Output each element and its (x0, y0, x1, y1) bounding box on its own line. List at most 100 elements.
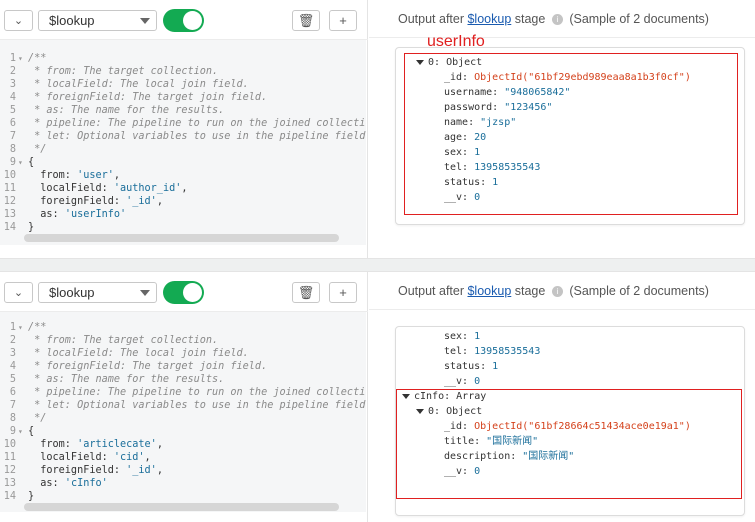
sample-count: (Sample of 2 documents) (569, 12, 709, 26)
delete-stage-button[interactable]: 🗑 (292, 282, 320, 303)
code-text: * foreignField: The target join field. (28, 361, 268, 372)
code-text: * from: The target collection. (28, 335, 219, 346)
add-stage-button[interactable]: + (329, 10, 357, 31)
code-line: 3 * localField: The local join field. (0, 78, 366, 91)
line-number: 8 (9, 144, 16, 155)
line-number: 1 (9, 53, 16, 64)
code-text: */ (28, 144, 47, 155)
line-number: 4 (9, 92, 16, 103)
line-number: 7 (9, 400, 16, 411)
code-text: * pipeline: The pipeline to run on the j… (28, 118, 366, 129)
chevron-down-icon: ⌄ (13, 287, 24, 299)
info-icon[interactable]: i (551, 286, 563, 298)
code-editor[interactable]: 1 ▾/** 2 * from: The target collection. 3 *… (0, 312, 366, 512)
line-number: 14 (3, 222, 16, 233)
code-text: as: 'cInfo' (28, 478, 108, 489)
trash-icon: 🗑 (297, 12, 315, 28)
add-stage-button[interactable]: + (329, 282, 357, 303)
stage-card-1: ⌄ $lookup 🗑 + 1 ▾/** 2 * from: The target … (0, 0, 755, 258)
code-text: as: 'userInfo' (28, 209, 127, 220)
stage-enable-toggle[interactable] (163, 9, 204, 32)
code-text: localField: 'cid', (28, 452, 151, 463)
line-number: 9 (9, 157, 16, 168)
code-line: 5 * as: The name for the results. (0, 104, 366, 117)
stage-divider (0, 258, 755, 272)
line-number: 10 (3, 439, 16, 450)
stage-operator-value: $lookup (49, 285, 95, 300)
stage-operator-value: $lookup (49, 13, 95, 28)
stage-operator-select[interactable]: $lookup (38, 282, 157, 303)
code-line: 5 * as: The name for the results. (0, 373, 366, 386)
line-number: 10 (3, 170, 16, 181)
stage-editor-pane: ⌄ $lookup 🗑 + 1 ▾/** 2 * from: The target … (0, 272, 368, 522)
line-number: 6 (9, 387, 16, 398)
collapse-button[interactable]: ⌄ (4, 282, 33, 303)
line-number: 14 (3, 491, 16, 502)
code-text: * let: Optional variables to use in the … (28, 131, 366, 142)
code-line: 14} (0, 221, 366, 234)
code-line: 13 as: 'cInfo' (0, 477, 366, 490)
line-number: 8 (9, 413, 16, 424)
code-line: 12 foreignField: '_id', (0, 195, 366, 208)
code-text: { (28, 426, 35, 437)
code-text: from: 'user', (28, 170, 121, 181)
document-field: tel: 13958535543 (444, 346, 541, 357)
code-line: 4 * foreignField: The target join field. (0, 360, 366, 373)
document-field: status: 1 (444, 361, 499, 372)
code-line: 2 * from: The target collection. (0, 334, 366, 347)
stage-operator-select[interactable]: $lookup (38, 10, 157, 31)
horizontal-scrollbar[interactable] (24, 234, 339, 242)
line-number: 3 (9, 79, 16, 90)
code-text: /** (28, 53, 47, 64)
line-number: 13 (3, 478, 16, 489)
line-number: 3 (9, 348, 16, 359)
code-text: * localField: The local join field. (28, 79, 249, 90)
operator-doc-link[interactable]: $lookup (467, 284, 511, 298)
code-text: { (28, 157, 35, 168)
code-editor[interactable]: 1 ▾/** 2 * from: The target collection. 3 *… (0, 40, 366, 245)
code-line: 4 * foreignField: The target join field. (0, 91, 366, 104)
line-number: 11 (3, 452, 16, 463)
code-line: 12 foreignField: '_id', (0, 464, 366, 477)
code-line: 8 */ (0, 412, 366, 425)
operator-doc-link[interactable]: $lookup (467, 12, 511, 26)
code-text: foreignField: '_id', (28, 196, 163, 207)
code-line: 7 * let: Optional variables to use in th… (0, 130, 366, 143)
stage-enable-toggle[interactable] (163, 281, 204, 304)
fold-arrow-icon[interactable]: ▾ (18, 52, 23, 65)
info-icon[interactable]: i (551, 14, 563, 26)
line-number: 9 (9, 426, 16, 437)
code-line: 7 * let: Optional variables to use in th… (0, 399, 366, 412)
document-field: __v: 0 (444, 376, 481, 387)
code-text: * as: The name for the results. (28, 374, 225, 385)
stage-toolbar: ⌄ $lookup 🗑 + (0, 272, 368, 312)
trash-icon: 🗑 (297, 284, 315, 300)
code-text: * let: Optional variables to use in the … (28, 400, 366, 411)
delete-stage-button[interactable]: 🗑 (292, 10, 320, 31)
annotation-box (404, 53, 738, 215)
code-line: 11 localField: 'cid', (0, 451, 366, 464)
code-line: 10 from: 'user', (0, 169, 366, 182)
code-line: 10 from: 'articlecate', (0, 438, 366, 451)
annotation-label: userInfo (427, 33, 485, 50)
fold-arrow-icon[interactable]: ▾ (18, 156, 23, 169)
code-text: /** (28, 322, 47, 333)
code-line: 6 * pipeline: The pipeline to run on the… (0, 386, 366, 399)
fold-arrow-icon[interactable]: ▾ (18, 321, 23, 334)
code-text: } (28, 222, 35, 233)
code-line: 9 ▾ { (0, 156, 366, 169)
code-line: 1 ▾ /** (0, 52, 366, 65)
collapse-button[interactable]: ⌄ (4, 10, 33, 31)
sample-count: (Sample of 2 documents) (569, 284, 709, 298)
code-line: 1 ▾ /** (0, 321, 366, 334)
code-text: * localField: The local join field. (28, 348, 249, 359)
stage-output-pane: Output after $lookup stage i (Sample of … (369, 0, 755, 258)
caret-down-icon (140, 290, 150, 296)
fold-arrow-icon[interactable]: ▾ (18, 425, 23, 438)
chevron-down-icon: ⌄ (13, 15, 24, 27)
caret-down-icon (140, 18, 150, 24)
plus-icon: + (339, 13, 347, 28)
line-number: 6 (9, 118, 16, 129)
stage-editor-pane: ⌄ $lookup 🗑 + 1 ▾/** 2 * from: The target … (0, 0, 368, 258)
horizontal-scrollbar[interactable] (24, 503, 339, 511)
